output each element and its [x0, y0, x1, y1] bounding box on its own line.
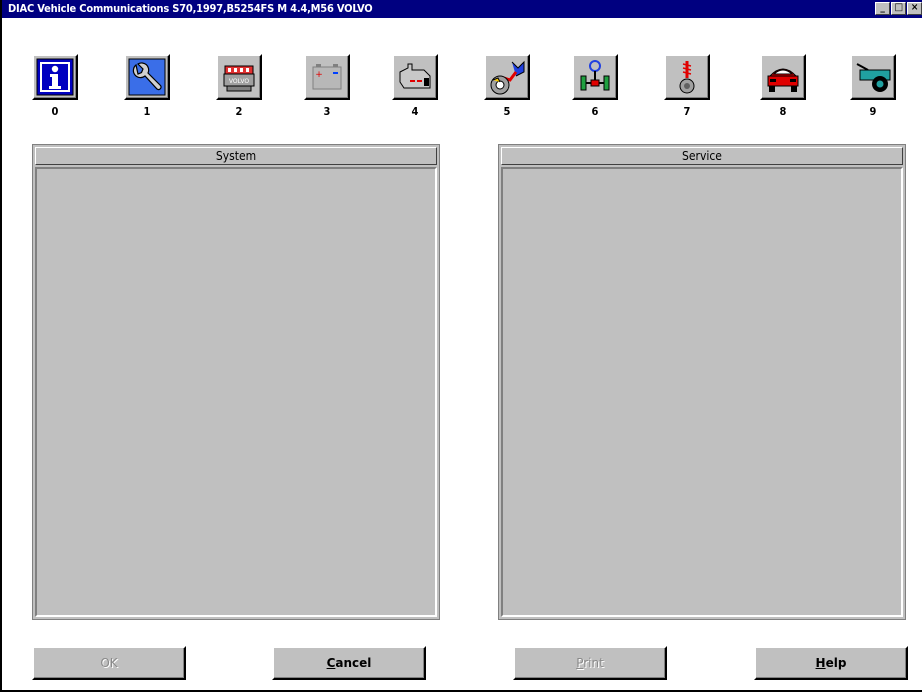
- print-button[interactable]: Print: [513, 646, 667, 680]
- accessory-button[interactable]: [850, 54, 896, 100]
- system-header[interactable]: System: [35, 147, 437, 165]
- tool-5: 5: [484, 54, 530, 118]
- transmission-icon: [399, 63, 431, 89]
- service-button[interactable]: [124, 54, 170, 100]
- print-label: rint: [583, 656, 604, 670]
- service-list[interactable]: [501, 167, 903, 617]
- close-button[interactable]: ×: [907, 2, 922, 15]
- service-panel: Service: [498, 144, 906, 620]
- window-title: DIAC Vehicle Communications S70,1997,B52…: [8, 2, 373, 15]
- tool-9: 9: [850, 54, 896, 118]
- help-label: elp: [825, 656, 847, 670]
- info-icon: [36, 58, 74, 96]
- window-controls: _ □ ×: [875, 2, 922, 15]
- info-button[interactable]: [32, 54, 78, 100]
- engine-button[interactable]: VOLVO: [216, 54, 262, 100]
- svg-text:VOLVO: VOLVO: [229, 78, 249, 85]
- tool-number: 8: [779, 105, 787, 118]
- tool-number: 1: [143, 105, 151, 118]
- minimize-button[interactable]: _: [875, 2, 890, 15]
- transmission-button[interactable]: [392, 54, 438, 100]
- maximize-button[interactable]: □: [891, 2, 906, 15]
- tool-1: 1: [124, 54, 170, 118]
- battery-icon: +: [312, 64, 342, 90]
- main-window: DIAC Vehicle Communications S70,1997,B52…: [0, 0, 922, 692]
- tool-0: 0: [32, 54, 78, 118]
- cancel-label: ancel: [335, 656, 372, 670]
- tool-number: 4: [411, 105, 419, 118]
- help-mnemonic: H: [815, 656, 826, 670]
- tool-number: 6: [591, 105, 599, 118]
- ok-label: OK: [100, 656, 118, 670]
- tool-number: 9: [869, 105, 877, 118]
- cancel-button[interactable]: Cancel: [272, 646, 426, 680]
- brake-button[interactable]: [484, 54, 530, 100]
- electrical-button[interactable]: +: [304, 54, 350, 100]
- system-panel: System: [32, 144, 440, 620]
- body-button[interactable]: [760, 54, 806, 100]
- system-list[interactable]: [35, 167, 437, 617]
- tool-8: 8: [760, 54, 806, 118]
- steering-button[interactable]: [572, 54, 618, 100]
- svg-text:+: +: [315, 70, 323, 80]
- tool-number: 5: [503, 105, 511, 118]
- ok-button[interactable]: OK: [32, 646, 186, 680]
- tool-7: 7: [664, 54, 710, 118]
- service-header[interactable]: Service: [501, 147, 903, 165]
- tool-3: + 3: [304, 54, 350, 118]
- function-toolbar: 0 1 VOLVO 2 + 3 4 5 6 7 8 9: [2, 54, 922, 124]
- towing-trailer-icon: [856, 63, 891, 92]
- suspension-wheel-icon: [679, 61, 695, 94]
- wrench-icon: [128, 58, 166, 96]
- brake-icon: [490, 60, 525, 95]
- tool-2: VOLVO 2: [216, 54, 262, 118]
- suspension-button[interactable]: [664, 54, 710, 100]
- tool-number: 7: [683, 105, 691, 118]
- tool-number: 3: [323, 105, 331, 118]
- tool-number: 0: [51, 105, 59, 118]
- title-bar[interactable]: DIAC Vehicle Communications S70,1997,B52…: [2, 0, 922, 18]
- car-body-icon: [767, 68, 799, 92]
- engine-volvo-icon: VOLVO: [223, 65, 255, 92]
- tool-4: 4: [392, 54, 438, 118]
- tool-number: 2: [235, 105, 243, 118]
- steering-axle-icon: [580, 60, 610, 91]
- tool-6: 6: [572, 54, 618, 118]
- help-button[interactable]: Help: [754, 646, 908, 680]
